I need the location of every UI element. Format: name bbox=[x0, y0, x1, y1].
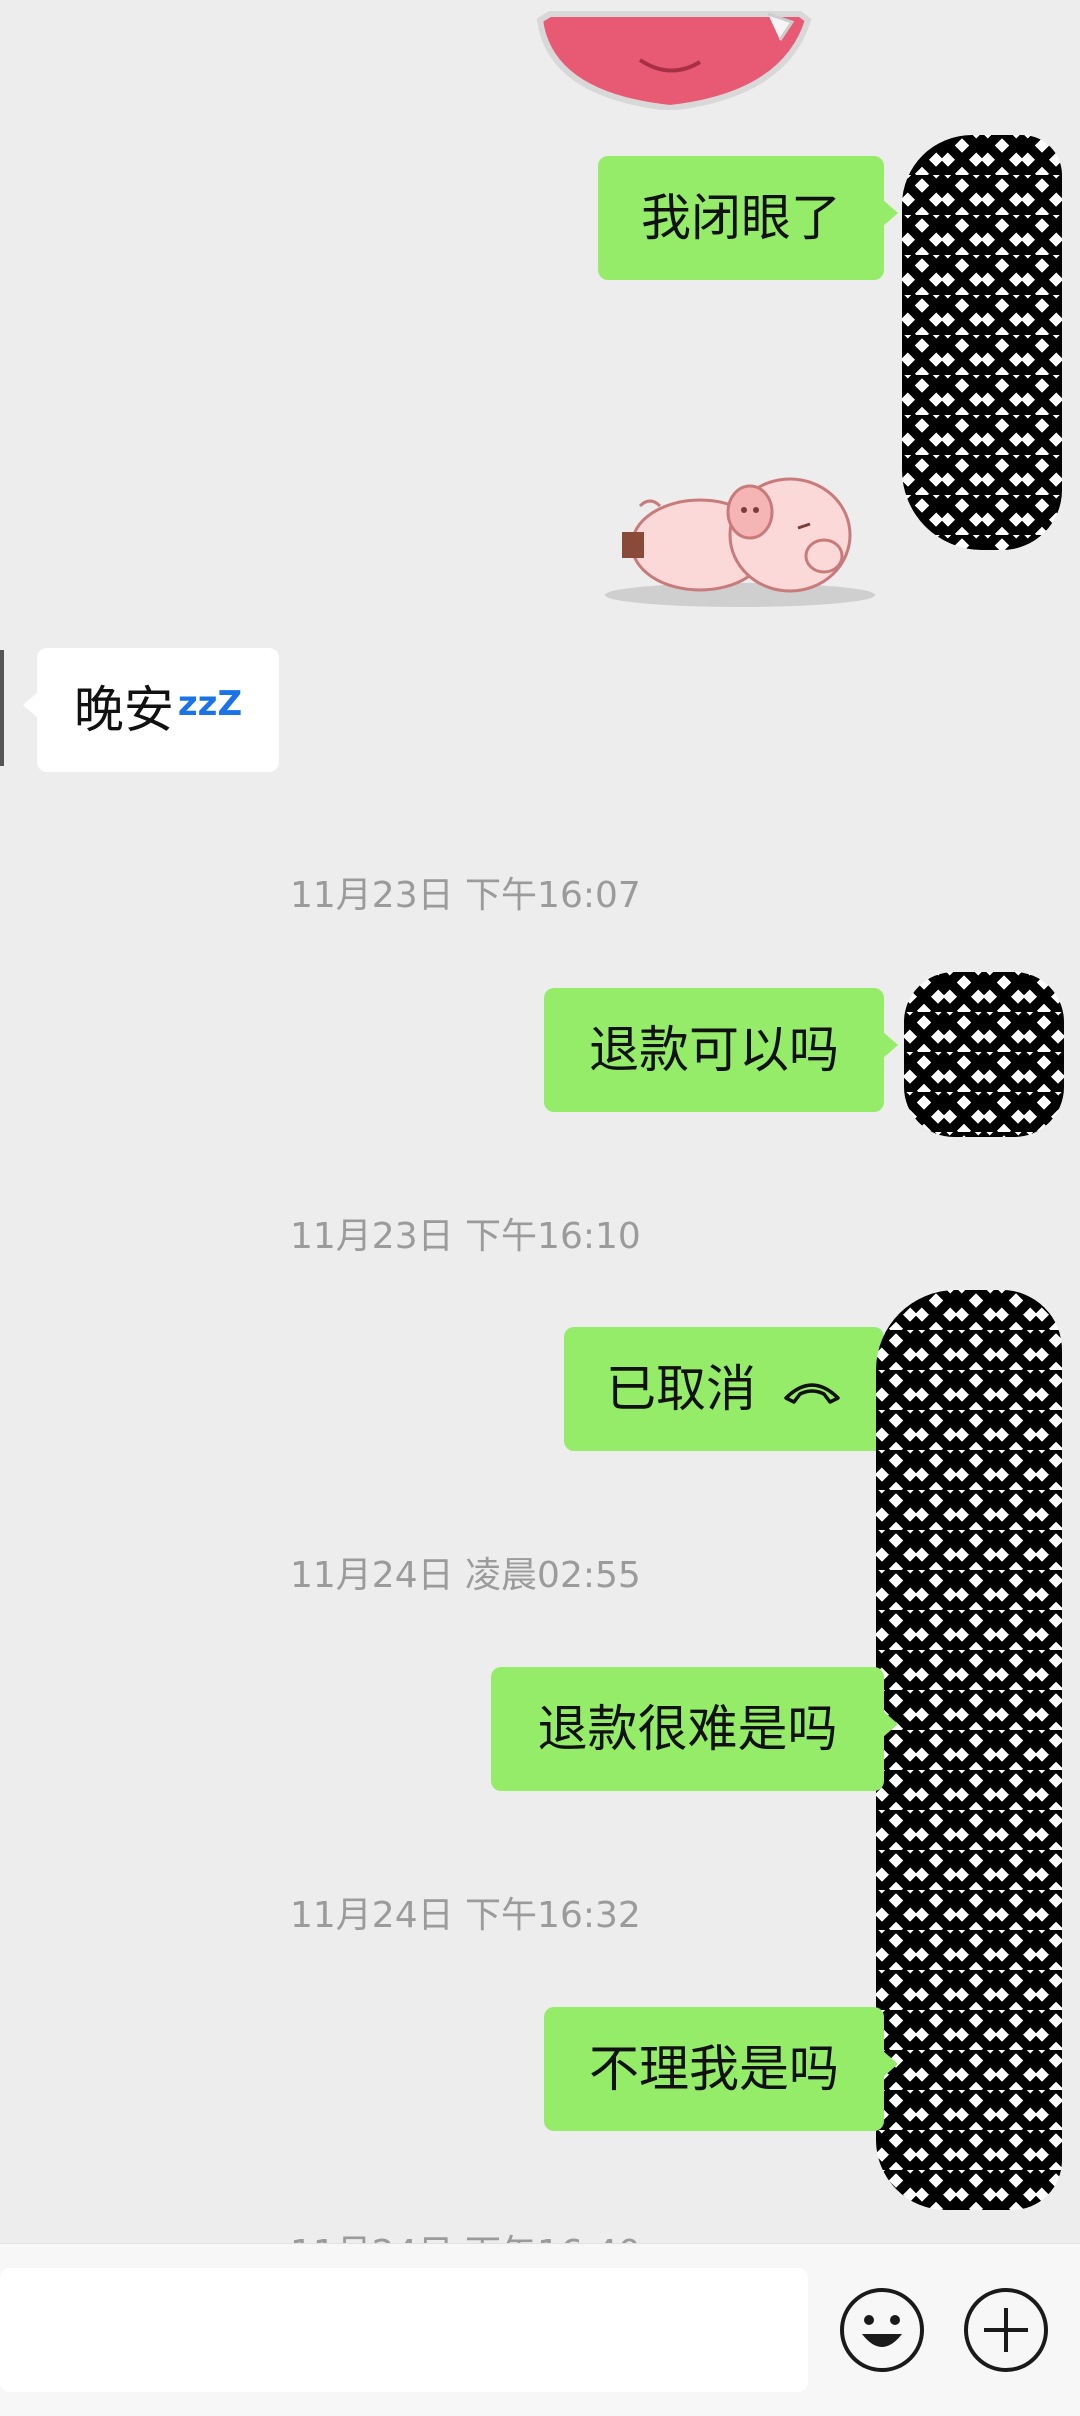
call-bubble[interactable]: 已取消 bbox=[564, 1327, 898, 1451]
message-input[interactable] bbox=[0, 2268, 808, 2392]
message-text: 已取消 bbox=[606, 1360, 756, 1418]
message-bubble[interactable]: 退款很难是吗 bbox=[491, 1667, 898, 1791]
avatar-redacted bbox=[902, 135, 1062, 550]
message-bubble[interactable]: 不理我是吗 bbox=[544, 2007, 898, 2131]
sticker-pig[interactable] bbox=[600, 470, 880, 610]
input-bar bbox=[0, 2243, 1080, 2416]
avatar-redacted bbox=[904, 972, 1064, 1137]
emoji-icon[interactable] bbox=[840, 2288, 924, 2372]
plus-icon[interactable] bbox=[964, 2288, 1048, 2372]
timestamp: 11月24日 下午16:32 bbox=[290, 1895, 641, 1936]
avatar-redacted bbox=[876, 1290, 1062, 2210]
message-text: 不理我是吗 bbox=[589, 2040, 839, 2098]
message-text: 晚安 bbox=[73, 681, 174, 739]
timestamp: 11月23日 下午16:10 bbox=[290, 1216, 641, 1257]
sticker-heart[interactable] bbox=[530, 0, 815, 112]
message-bubble[interactable]: 我闭眼了 bbox=[598, 156, 898, 280]
timestamp: 11月24日 凌晨02:55 bbox=[290, 1555, 641, 1596]
sleep-emoji: zzZ bbox=[177, 684, 243, 724]
message-bubble[interactable]: 晚安 zzZ bbox=[23, 648, 279, 772]
message-text: 退款可以吗 bbox=[589, 1021, 839, 1079]
message-text: 我闭眼了 bbox=[641, 189, 841, 247]
message-text: 退款很难是吗 bbox=[537, 1700, 838, 1758]
message-bubble[interactable]: 退款可以吗 bbox=[544, 988, 898, 1112]
avatar[interactable] bbox=[0, 650, 4, 766]
timestamp: 11月23日 下午16:07 bbox=[290, 875, 641, 916]
hangup-icon bbox=[782, 1364, 842, 1414]
